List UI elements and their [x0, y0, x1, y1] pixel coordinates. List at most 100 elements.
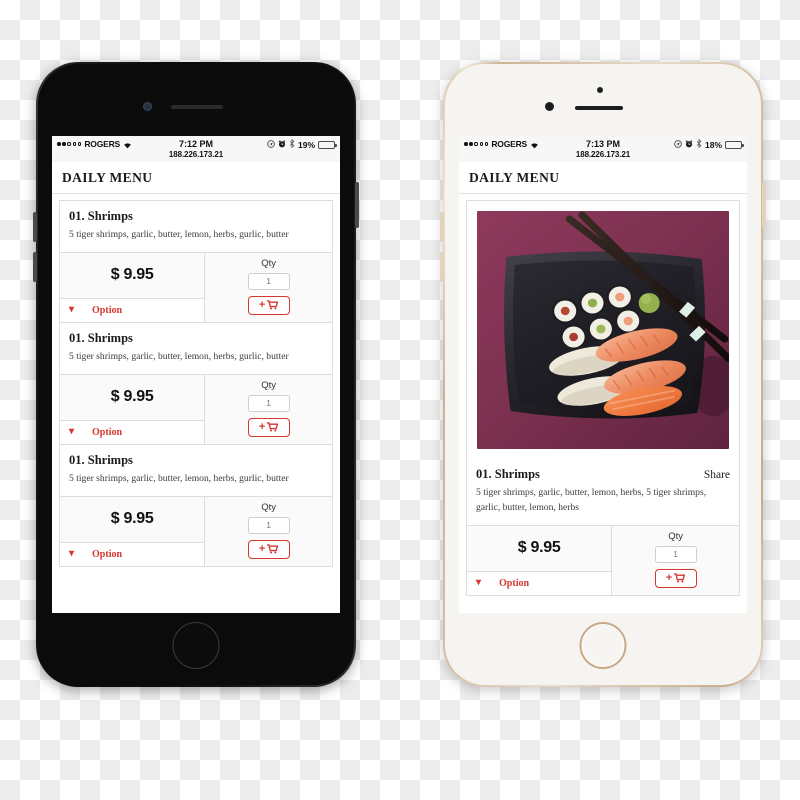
price-box: $ 9.95	[60, 374, 205, 420]
option-toggle[interactable]: ▾ Option	[467, 570, 612, 595]
screen-black: ROGERS 7:12 PM 188.226.173.21 19% DAILY …	[52, 136, 340, 613]
card-header: 01. Shrimps Share 5 tiger shrimps, garli…	[467, 459, 739, 525]
quantity-column: Qty 1 +	[204, 496, 333, 566]
option-label: Option	[499, 577, 530, 589]
earpiece-speaker	[171, 105, 223, 109]
page-header: DAILY MENU	[459, 162, 747, 194]
item-description: 5 tiger shrimps, garlic, butter, lemon, …	[69, 229, 289, 240]
menu-item-card[interactable]: 01. Shrimps 5 tiger shrimps, garlic, but…	[59, 200, 333, 323]
add-to-cart-button[interactable]: +	[654, 568, 697, 588]
card-body: $ 9.95 ▾ Option Qty 1 +	[467, 524, 740, 595]
ip-address-label: 188.226.173.21	[575, 149, 631, 159]
card-header: 01. Shrimps 5 tiger shrimps, garlic, but…	[60, 322, 332, 374]
volume-down-button[interactable]	[33, 252, 37, 282]
option-toggle[interactable]: ▾ Option	[60, 541, 205, 566]
home-button[interactable]	[172, 622, 220, 669]
card-header: 01. Shrimps 5 tiger shrimps, garlic, but…	[60, 444, 332, 496]
price-column: $ 9.95 ▾ Option	[467, 525, 612, 595]
plus-icon: +	[665, 571, 673, 584]
quantity-input[interactable]: 1	[654, 545, 697, 563]
plus-icon: +	[258, 420, 266, 433]
chevron-down-icon: ▾	[69, 548, 75, 560]
status-bar: ROGERS 7:12 PM 188.226.173.21 19%	[52, 136, 340, 162]
photo-container	[467, 201, 739, 459]
item-price: $ 9.95	[110, 388, 154, 406]
clock-label: 7:12 PM	[178, 139, 213, 149]
quantity-column: Qty 1 +	[204, 374, 333, 444]
item-description: 5 tiger shrimps, garlic, butter, lemon, …	[476, 487, 707, 513]
status-bar: ROGERS 7:13 PM 188.226.173.21 18%	[459, 136, 747, 162]
option-label: Option	[92, 304, 123, 316]
volume-up-button[interactable]	[440, 212, 444, 242]
chevron-down-icon: ▾	[476, 577, 482, 589]
card-header: 01. Shrimps 5 tiger shrimps, garlic, but…	[60, 201, 332, 252]
price-box: $ 9.95	[60, 252, 205, 298]
option-label: Option	[92, 548, 123, 560]
status-bar-center: 7:13 PM 188.226.173.21	[459, 139, 747, 160]
home-button[interactable]	[579, 622, 627, 669]
shopping-cart-icon	[267, 422, 279, 432]
quantity-column: Qty 1 +	[204, 252, 333, 322]
item-description: 5 tiger shrimps, garlic, butter, lemon, …	[69, 472, 289, 484]
phone-device-black: ROGERS 7:12 PM 188.226.173.21 19% DAILY …	[33, 62, 359, 687]
screen-white: ROGERS 7:13 PM 188.226.173.21 18% DAILY …	[459, 136, 747, 613]
earpiece-speaker	[575, 106, 623, 110]
card-body: $ 9.95 ▾ Option Qty 1 +	[60, 373, 333, 444]
quantity-input[interactable]: 1	[247, 394, 290, 412]
volume-down-button[interactable]	[440, 252, 444, 282]
battery-icon	[318, 140, 337, 149]
page-title: DAILY MENU	[469, 170, 560, 185]
price-box: $ 9.95	[60, 496, 205, 542]
price-column: $ 9.95 ▾ Option	[60, 496, 205, 566]
quantity-column: Qty 1 +	[611, 525, 740, 595]
qty-label: Qty	[261, 257, 276, 269]
item-price: $ 9.95	[110, 266, 154, 284]
sushi-platter-photo	[477, 211, 729, 449]
ip-address-label: 188.226.173.21	[168, 149, 224, 159]
phone-device-white: ROGERS 7:13 PM 188.226.173.21 18% DAILY …	[440, 62, 766, 687]
page-title: DAILY MENU	[62, 170, 153, 185]
card-body: $ 9.95 ▾ Option Qty 1 +	[60, 495, 333, 566]
qty-label: Qty	[261, 501, 276, 513]
option-toggle[interactable]: ▾ Option	[60, 419, 205, 444]
price-box: $ 9.95	[467, 525, 612, 571]
device-top-hardware	[445, 64, 761, 136]
plus-icon: +	[258, 542, 266, 555]
page-header: DAILY MENU	[52, 162, 340, 194]
price-column: $ 9.95 ▾ Option	[60, 374, 205, 444]
item-title: 01. Shrimps	[69, 209, 133, 223]
power-button[interactable]	[762, 182, 766, 228]
qty-label: Qty	[668, 530, 683, 542]
menu-item-card[interactable]: 01. Shrimps 5 tiger shrimps, garlic, but…	[59, 444, 333, 567]
item-detail[interactable]: 01. Shrimps Share 5 tiger shrimps, garli…	[459, 194, 747, 613]
quantity-input[interactable]: 1	[247, 272, 290, 290]
item-title: 01. Shrimps	[69, 452, 133, 467]
item-title-row: 01. Shrimps Share	[476, 467, 730, 482]
add-to-cart-button[interactable]: +	[247, 417, 290, 437]
item-title: 01. Shrimps	[69, 330, 133, 345]
option-label: Option	[92, 426, 123, 438]
chevron-down-icon: ▾	[69, 304, 75, 316]
shopping-cart-icon	[267, 300, 279, 310]
price-column: $ 9.95 ▾ Option	[60, 252, 205, 322]
front-camera-icon	[143, 102, 152, 111]
shopping-cart-icon	[267, 544, 279, 554]
menu-item-card[interactable]: 01. Shrimps 5 tiger shrimps, garlic, but…	[59, 322, 333, 445]
quantity-input[interactable]: 1	[247, 516, 290, 534]
add-to-cart-button[interactable]: +	[247, 295, 290, 315]
qty-label: Qty	[261, 379, 276, 391]
share-link[interactable]: Share	[704, 469, 730, 481]
front-camera-icon	[545, 102, 554, 111]
item-title: 01. Shrimps	[476, 467, 540, 481]
menu-list[interactable]: 01. Shrimps 5 tiger shrimps, garlic, but…	[52, 194, 340, 613]
item-price: $ 9.95	[517, 539, 561, 557]
volume-up-button[interactable]	[33, 212, 37, 242]
device-top-hardware	[38, 64, 354, 136]
item-description: 5 tiger shrimps, garlic, butter, lemon, …	[69, 350, 289, 362]
card-body: $ 9.95 ▾ Option Qty 1 +	[60, 251, 333, 322]
option-toggle[interactable]: ▾ Option	[60, 297, 205, 322]
shopping-cart-icon	[674, 573, 686, 583]
add-to-cart-button[interactable]: +	[247, 539, 290, 559]
clock-label: 7:13 PM	[585, 139, 620, 149]
power-button[interactable]	[355, 182, 359, 228]
